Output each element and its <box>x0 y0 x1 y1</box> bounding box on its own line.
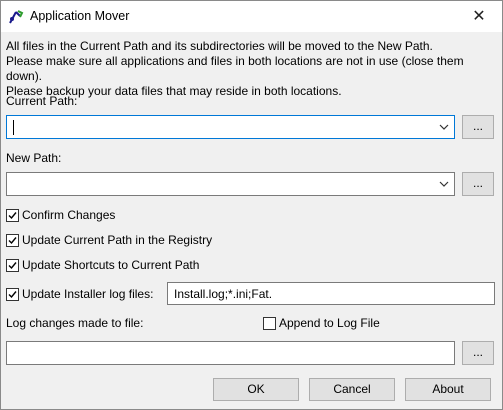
info-line: All files in the Current Path and its su… <box>6 39 433 53</box>
checkmark-icon <box>8 261 17 269</box>
new-path-combo[interactable] <box>6 172 455 196</box>
log-file-browse-button[interactable]: ... <box>462 341 494 365</box>
new-path-label: New Path: <box>6 151 62 165</box>
checkbox-box[interactable] <box>6 287 19 301</box>
checkmark-icon <box>8 236 17 244</box>
ok-button[interactable]: OK <box>213 378 299 401</box>
cancel-button[interactable]: Cancel <box>309 378 395 401</box>
checkbox-box[interactable] <box>6 233 19 247</box>
current-path-combo[interactable] <box>6 115 455 139</box>
update-shortcuts-checkbox[interactable]: Update Shortcuts to Current Path <box>6 258 199 272</box>
chevron-down-icon[interactable] <box>438 178 450 190</box>
update-registry-checkbox[interactable]: Update Current Path in the Registry <box>6 233 212 247</box>
checkbox-box[interactable] <box>6 208 19 222</box>
checkbox-box[interactable] <box>6 258 19 272</box>
log-file-input[interactable] <box>6 341 455 365</box>
confirm-changes-checkbox[interactable]: Confirm Changes <box>6 208 115 222</box>
application-mover-window: Application Mover ✕ All files in the Cur… <box>0 0 503 410</box>
append-to-log-checkbox[interactable]: Append to Log File <box>263 316 380 330</box>
new-path-browse-button[interactable]: ... <box>462 172 494 196</box>
title-bar: Application Mover ✕ <box>1 1 502 32</box>
about-button[interactable]: About <box>405 378 491 401</box>
info-line: Please make sure all applications and fi… <box>6 54 464 83</box>
checkbox-box[interactable] <box>263 316 276 330</box>
window-title: Application Mover <box>30 9 130 23</box>
chevron-down-icon[interactable] <box>438 121 450 133</box>
close-button[interactable]: ✕ <box>456 1 502 32</box>
app-mover-icon <box>9 10 24 24</box>
update-installer-logs-checkbox[interactable]: Update Installer log files: <box>6 287 153 301</box>
log-file-label: Log changes made to file: <box>6 316 144 330</box>
installer-log-files-input[interactable]: Install.log;*.ini;Fat. <box>167 282 495 305</box>
checkmark-icon <box>8 211 17 219</box>
info-text: All files in the Current Path and its su… <box>6 39 502 99</box>
close-icon: ✕ <box>472 8 486 25</box>
info-line: Please backup your data files that may r… <box>6 84 342 98</box>
checkmark-icon <box>8 290 17 298</box>
current-path-label: Current Path: <box>6 94 78 108</box>
current-path-browse-button[interactable]: ... <box>462 115 494 139</box>
text-caret <box>13 120 14 135</box>
